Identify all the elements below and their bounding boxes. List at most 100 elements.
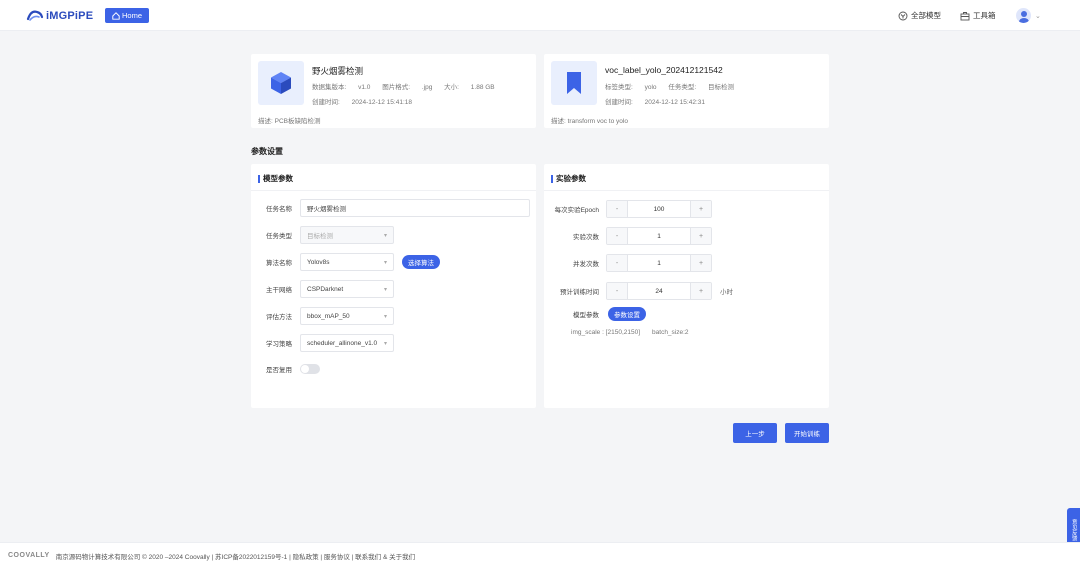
models-icon	[898, 11, 908, 20]
experiments-value[interactable]: 1	[627, 228, 691, 244]
model-params-label: 模型参数	[573, 312, 599, 319]
footer-text: 南京源码物计算技术有限公司 © 2020 –2024 Coovally | 苏I…	[55, 553, 416, 561]
parallel-value[interactable]: 1	[627, 255, 691, 271]
top-header: iMGPiPE Home 全部模型 工具箱 ⌄	[0, 0, 1080, 31]
experiments-stepper[interactable]: - 1 +	[606, 227, 712, 245]
footer-brand: COOVALLY	[8, 552, 50, 559]
est-time-unit: 小时	[720, 289, 733, 296]
home-label: Home	[121, 11, 142, 20]
eval-label: 评估方法	[266, 314, 292, 321]
footer: COOVALLY 南京源码物计算技术有限公司 © 2020 –2024 Coov…	[0, 542, 1080, 568]
experiments-row: 实验次数 - 1 +	[551, 227, 712, 245]
created-label: 创建时间	[605, 99, 631, 106]
increment-button[interactable]: +	[691, 283, 711, 299]
increment-button[interactable]: +	[691, 228, 711, 244]
label-type-label: 标签类型	[605, 84, 631, 91]
img-scale-text: img_scale : [2150,2150]	[571, 328, 641, 336]
chevron-down-icon: ▾	[383, 341, 387, 347]
est-time-stepper[interactable]: - 24 +	[606, 282, 712, 300]
experiment-params-panel: 实验参数 每次实验Epoch - 100 + 实验次数 - 1 + 并发次数 -…	[544, 164, 829, 408]
model-params-row: 模型参数 参数设置	[551, 305, 646, 323]
scheduler-label: 学习策略	[266, 341, 292, 348]
section-title: 参数设置	[251, 147, 283, 156]
chevron-down-icon: ▾	[383, 314, 387, 320]
task-type-label: 任务类型	[668, 84, 695, 91]
resume-label: 是否复用	[266, 367, 292, 374]
resume-toggle[interactable]	[300, 364, 320, 374]
toolbox-link[interactable]: 工具箱	[960, 10, 996, 21]
scheduler-row: 学习策略 scheduler_allinone_v1.0 ▾	[258, 334, 394, 352]
eval-select[interactable]: bbox_mAP_50 ▾	[300, 307, 394, 325]
home-icon	[112, 11, 120, 20]
task-name-label: 任务名称	[266, 206, 292, 213]
logo[interactable]: iMGPiPE	[26, 8, 93, 23]
task-type-row: 任务类型 目标检测 ▾	[258, 226, 394, 244]
decrement-button[interactable]: -	[607, 201, 627, 217]
decrement-button[interactable]: -	[607, 228, 627, 244]
toolbox-label: 工具箱	[973, 11, 996, 20]
algorithm-row: 算法名称 Yolov8s ▾ 选择算法	[258, 253, 440, 271]
backbone-row: 主干网络 CSPDarknet ▾	[258, 280, 394, 298]
dataset-card: 野火烟雾检测 数据集版本: v1.0 图片格式: .jpg 大小: 1.88 G…	[251, 54, 536, 128]
image-format: .jpg	[421, 84, 433, 91]
dataset-created-row: 创建时间: 2024-12-12 15:41:18	[312, 99, 412, 106]
epoch-label: 每次实验Epoch	[554, 207, 599, 214]
start-training-button[interactable]: 开始训练	[785, 423, 829, 443]
dataset-created: 2024-12-12 15:41:18	[351, 99, 412, 106]
batch-size-text: batch_size:2	[652, 328, 689, 336]
label-title: voc_label_yolo_202412121542	[605, 65, 723, 75]
task-name-row: 任务名称 野火烟雾检测	[258, 199, 530, 217]
decrement-button[interactable]: -	[607, 283, 627, 299]
eval-row: 评估方法 bbox_mAP_50 ▾	[258, 307, 394, 325]
all-models-link[interactable]: 全部模型	[898, 10, 941, 21]
algorithm-select[interactable]: Yolov8s ▾	[300, 253, 394, 271]
task-name-input[interactable]: 野火烟雾检测	[300, 199, 530, 217]
description-label: 描述	[551, 118, 564, 125]
prev-step-button[interactable]: 上一步	[733, 423, 777, 443]
logo-mark-icon	[26, 10, 44, 21]
backbone-select[interactable]: CSPDarknet ▾	[300, 280, 394, 298]
cube-icon	[258, 61, 304, 105]
all-models-label: 全部模型	[911, 11, 941, 20]
epoch-value[interactable]: 100	[627, 201, 691, 217]
chevron-down-icon: ▾	[383, 287, 387, 293]
select-algorithm-button[interactable]: 选择算法	[402, 255, 440, 269]
label-created-row: 创建时间: 2024-12-12 15:42:31	[605, 99, 705, 106]
parallel-label: 并发次数	[573, 261, 599, 268]
divider	[544, 190, 829, 191]
label-type: yolo	[644, 84, 657, 91]
epoch-row: 每次实验Epoch - 100 +	[551, 200, 712, 218]
param-settings-button[interactable]: 参数设置	[608, 307, 646, 321]
model-params-title: 模型参数	[258, 173, 293, 184]
scheduler-select[interactable]: scheduler_allinone_v1.0 ▾	[300, 334, 394, 352]
algorithm-label: 算法名称	[266, 260, 292, 267]
toolbox-icon	[960, 11, 970, 20]
size-label: 大小	[444, 84, 458, 91]
created-label: 创建时间	[312, 99, 338, 106]
user-menu[interactable]: ⌄	[1016, 8, 1041, 23]
est-time-value[interactable]: 24	[627, 283, 691, 299]
label-card: voc_label_yolo_202412121542 标签类型: yolo 任…	[544, 54, 829, 128]
dataset-description-row: 描述: PCB板缺陷检测	[258, 118, 321, 125]
chevron-down-icon: ▾	[383, 260, 387, 266]
description-label: 描述	[258, 118, 271, 125]
parallel-stepper[interactable]: - 1 +	[606, 254, 712, 272]
epoch-stepper[interactable]: - 100 +	[606, 200, 712, 218]
dataset-title: 野火烟雾检测	[312, 66, 364, 76]
label-description: transform voc to yolo	[567, 118, 628, 125]
logo-text: iMGPiPE	[46, 9, 94, 22]
backbone-label: 主干网络	[266, 287, 292, 294]
decrement-button[interactable]: -	[607, 255, 627, 271]
bookmark-icon	[551, 61, 597, 105]
task-type-label: 任务类型	[266, 233, 292, 240]
label-task-type: 目标检测	[708, 84, 734, 91]
increment-button[interactable]: +	[691, 255, 711, 271]
avatar	[1016, 8, 1031, 23]
divider	[251, 190, 536, 191]
est-time-label: 预计训练时间	[560, 289, 599, 296]
increment-button[interactable]: +	[691, 201, 711, 217]
parallel-row: 并发次数 - 1 +	[551, 254, 712, 272]
chevron-down-icon: ⌄	[1035, 12, 1041, 20]
home-button[interactable]: Home	[105, 8, 149, 23]
chevron-down-icon: ▾	[383, 233, 387, 239]
